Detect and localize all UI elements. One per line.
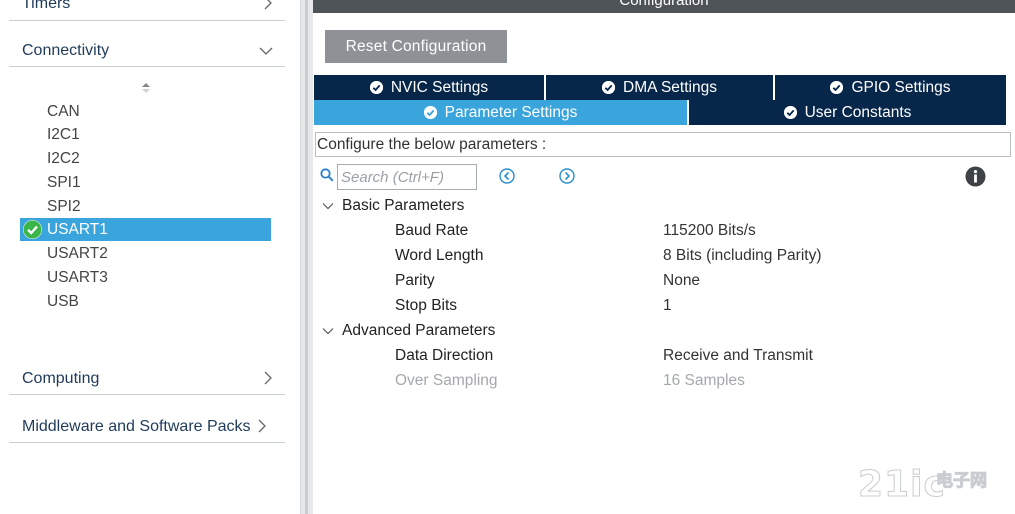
chevron-right-icon: [263, 0, 273, 13]
group-label: Basic Parameters: [342, 197, 465, 214]
peripheral-label: USB: [47, 292, 79, 310]
tab-label: DMA Settings: [623, 78, 717, 96]
peripheral-label: CAN: [47, 102, 80, 120]
tab-user-constants[interactable]: User Constants: [689, 100, 1007, 125]
param-name-over-sampling: Over Sampling: [395, 372, 498, 389]
peripheral-item-usart3[interactable]: USART3: [20, 266, 271, 289]
search-input[interactable]: [337, 164, 477, 190]
peripheral-label: I2C1: [47, 125, 80, 143]
param-value-data-direction[interactable]: Receive and Transmit: [663, 347, 813, 365]
reset-configuration-button[interactable]: Reset Configuration: [325, 30, 507, 63]
info-icon[interactable]: [965, 166, 986, 187]
check-circle-icon: [602, 81, 616, 94]
peripheral-label: SPI1: [47, 173, 81, 191]
check-circle-icon: [369, 81, 383, 94]
category-middleware[interactable]: Middleware and Software Packs: [9, 412, 285, 442]
splitter-grip: [305, 0, 308, 514]
divider: [9, 66, 285, 67]
param-name-baud-rate[interactable]: Baud Rate: [395, 222, 468, 240]
param-name-parity[interactable]: Parity: [395, 272, 435, 290]
check-circle-icon: [783, 106, 797, 119]
watermark-latin: 21ic: [858, 464, 946, 506]
peripheral-item-spi1[interactable]: SPI1: [20, 171, 271, 194]
tab-parameter-settings[interactable]: Parameter Settings: [314, 100, 688, 125]
peripheral-label: USART3: [47, 268, 108, 286]
tab-label: Parameter Settings: [444, 103, 578, 121]
tab-dma-settings[interactable]: DMA Settings: [546, 75, 774, 100]
search-previous-icon[interactable]: [498, 167, 516, 185]
watermark-chinese: 电子网: [936, 471, 988, 492]
sort-icon[interactable]: [140, 80, 152, 96]
check-circle-icon: [423, 106, 437, 119]
peripheral-item-i2c2[interactable]: I2C2: [20, 147, 271, 170]
group-advanced-parameters[interactable]: Advanced Parameters: [321, 319, 495, 343]
category-label: Computing: [22, 370, 100, 387]
category-label: Middleware and Software Packs: [22, 418, 251, 435]
category-panel: Timers Connectivity CAN I2C1 I2C2 SPI1 S…: [0, 0, 300, 514]
check-circle-icon: [23, 220, 42, 239]
chevron-down-icon: [321, 324, 335, 338]
peripheral-item-usart2[interactable]: USART2: [20, 242, 271, 265]
check-circle-icon: [830, 81, 844, 94]
chevron-down-icon: [321, 199, 335, 213]
peripheral-item-can[interactable]: CAN: [20, 100, 271, 123]
divider: [9, 20, 285, 21]
peripheral-label: USART1: [47, 220, 108, 238]
param-name-word-length[interactable]: Word Length: [395, 247, 483, 265]
category-computing[interactable]: Computing: [9, 364, 285, 394]
param-name-stop-bits[interactable]: Stop Bits: [395, 297, 457, 315]
tab-label: NVIC Settings: [390, 78, 489, 96]
category-timers[interactable]: Timers: [9, 0, 285, 19]
param-value-baud-rate[interactable]: 115200 Bits/s: [663, 222, 756, 240]
group-basic-parameters[interactable]: Basic Parameters: [321, 194, 464, 218]
divider: [9, 394, 285, 395]
param-value-over-sampling: 16 Samples: [663, 372, 745, 389]
chevron-down-icon: [259, 43, 273, 59]
param-value-word-length[interactable]: 8 Bits (including Parity): [663, 247, 822, 265]
panel-splitter[interactable]: [300, 0, 313, 514]
category-label: Timers: [22, 0, 71, 12]
peripheral-item-usart1[interactable]: USART1: [20, 218, 271, 241]
param-name-data-direction[interactable]: Data Direction: [395, 347, 493, 365]
peripheral-item-spi2[interactable]: SPI2: [20, 195, 271, 218]
category-label: Connectivity: [22, 42, 110, 59]
divider: [9, 442, 285, 443]
configuration-panel: Configuration Reset Configuration NVIC S…: [313, 0, 1015, 514]
search-icon: [320, 168, 334, 182]
search-next-icon[interactable]: [558, 167, 576, 185]
peripheral-item-usb[interactable]: USB: [20, 290, 271, 313]
parameters-description: Configure the below parameters :: [315, 132, 1011, 157]
configuration-header: Configuration: [313, 0, 1015, 13]
tab-label: User Constants: [804, 103, 912, 121]
peripheral-label: SPI2: [47, 197, 81, 215]
chevron-right-icon: [257, 419, 267, 436]
param-value-stop-bits[interactable]: 1: [663, 297, 672, 315]
peripheral-label: USART2: [47, 244, 108, 262]
peripheral-label: I2C2: [47, 149, 80, 167]
configuration-title: Configuration: [619, 0, 709, 9]
watermark-logo: 21ic 电子网: [858, 464, 1008, 508]
tab-nvic-settings[interactable]: NVIC Settings: [314, 75, 545, 100]
chevron-right-icon: [263, 371, 273, 388]
group-label: Advanced Parameters: [342, 322, 496, 339]
tab-gpio-settings[interactable]: GPIO Settings: [775, 75, 1007, 100]
peripheral-item-i2c1[interactable]: I2C1: [20, 123, 271, 146]
tab-label: GPIO Settings: [851, 78, 951, 96]
category-connectivity[interactable]: Connectivity: [9, 36, 285, 66]
param-value-parity[interactable]: None: [663, 272, 700, 290]
